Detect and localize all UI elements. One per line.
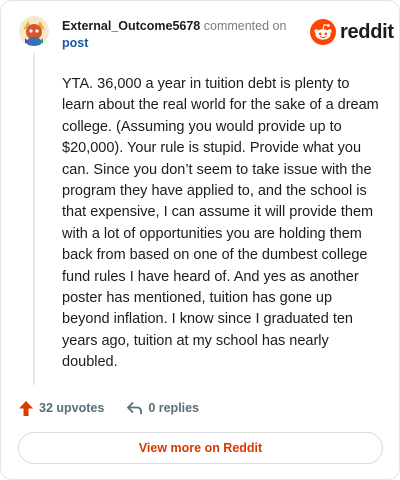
thread-line bbox=[33, 53, 35, 385]
user-avatar[interactable] bbox=[19, 16, 49, 46]
username[interactable]: External_Outcome5678 bbox=[62, 19, 200, 33]
reddit-comment-card: External_Outcome5678 commented on post r… bbox=[0, 0, 400, 480]
reply-arrow-icon bbox=[127, 402, 143, 415]
comment-header: External_Outcome5678 commented on post bbox=[62, 18, 302, 52]
reddit-wordmark: reddit bbox=[340, 20, 394, 43]
upvote-arrow-icon bbox=[19, 400, 33, 416]
reply-count: 0 replies bbox=[148, 401, 200, 415]
reddit-logo-icon bbox=[310, 19, 336, 45]
view-more-button[interactable]: View more on Reddit bbox=[18, 432, 383, 464]
reply-button[interactable]: 0 replies bbox=[126, 401, 199, 415]
upvote-count: 32 upvotes bbox=[39, 401, 105, 415]
avatar-icon bbox=[19, 16, 49, 46]
comment-actions: 32 upvotes 0 replies bbox=[18, 398, 199, 418]
reddit-brand[interactable]: reddit bbox=[310, 19, 394, 45]
commented-on-label: commented on bbox=[203, 19, 287, 33]
post-link[interactable]: post bbox=[62, 35, 302, 52]
comment-body: YTA. 36,000 a year in tuition debt is pl… bbox=[62, 76, 379, 371]
upvote-button[interactable]: 32 upvotes bbox=[18, 400, 104, 417]
